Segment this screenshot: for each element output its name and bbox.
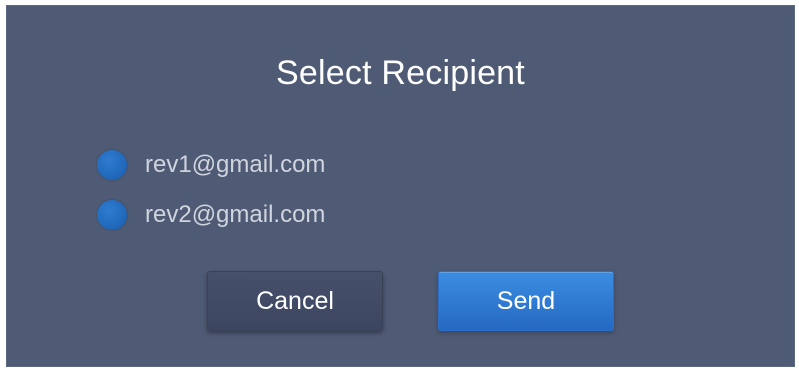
select-recipient-dialog: Select Recipient rev1@gmail.com rev2@gma… (6, 5, 795, 367)
radio-button-icon[interactable] (97, 200, 127, 230)
recipient-option-2[interactable]: rev2@gmail.com (97, 190, 325, 240)
send-button[interactable]: Send (438, 271, 614, 331)
recipient-label: rev1@gmail.com (145, 151, 326, 178)
dialog-title: Select Recipient (276, 54, 525, 92)
recipient-option-1[interactable]: rev1@gmail.com (97, 140, 325, 190)
radio-button-icon[interactable] (97, 150, 127, 180)
recipient-label: rev2@gmail.com (145, 201, 326, 228)
cancel-button[interactable]: Cancel (207, 271, 383, 331)
recipient-list: rev1@gmail.com rev2@gmail.com (97, 140, 325, 240)
